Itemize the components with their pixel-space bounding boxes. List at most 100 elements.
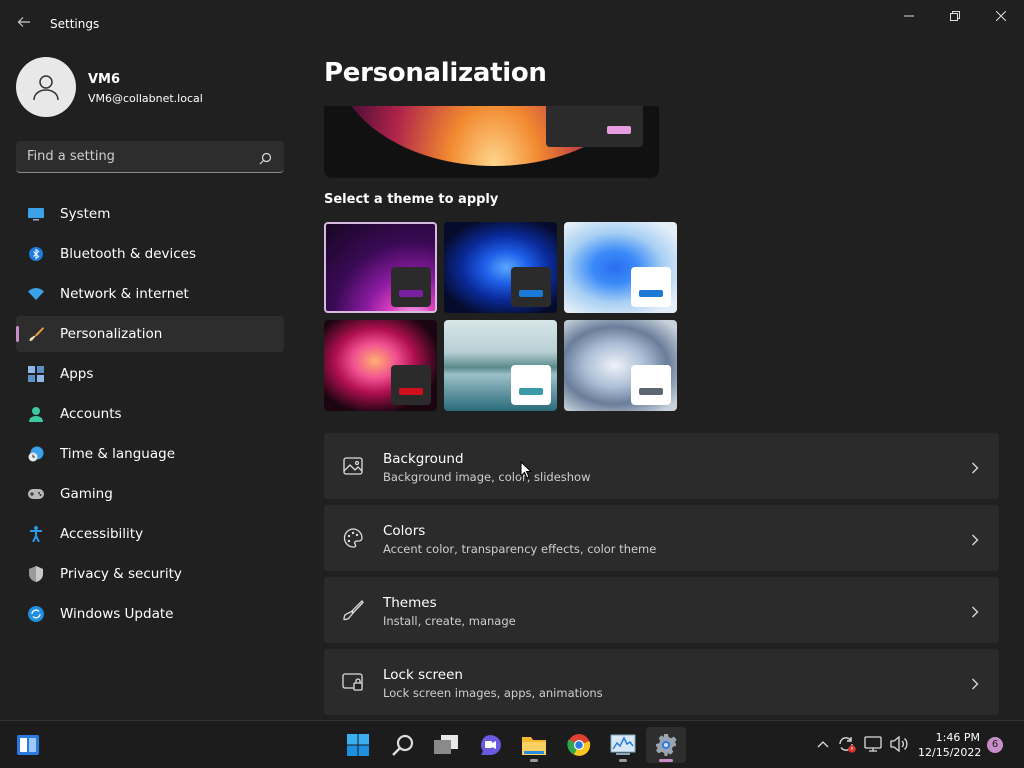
app-title: Settings: [50, 17, 100, 31]
card-subtitle: Background image, color, slideshow: [383, 470, 591, 484]
chevron-up-icon: [817, 741, 829, 748]
theme-thumb-sculpture[interactable]: [564, 320, 677, 411]
sidebar-item-label: Accounts: [60, 406, 122, 422]
sidebar-item-gaming[interactable]: Gaming: [16, 476, 284, 512]
sidebar-item-windows-update[interactable]: Windows Update: [16, 596, 284, 632]
card-background[interactable]: Background Background image, color, slid…: [324, 433, 999, 499]
search-input[interactable]: Find a setting: [16, 141, 284, 173]
sidebar-item-system[interactable]: System: [16, 196, 284, 232]
theme-thumb-bloom-dark[interactable]: [444, 222, 557, 313]
theme-mini-window: [631, 267, 671, 307]
search-icon: [259, 150, 272, 169]
theme-thumb-lake[interactable]: [444, 320, 557, 411]
card-lock-screen[interactable]: Lock screen Lock screen images, apps, an…: [324, 649, 999, 715]
taskbar-task-view-button[interactable]: [426, 727, 466, 763]
sidebar-item-personalization[interactable]: Personalization: [16, 316, 284, 352]
brush-icon: [342, 599, 364, 621]
page-title: Personalization: [324, 58, 547, 88]
sync-alert-icon: [839, 737, 856, 753]
user-name: VM6: [88, 72, 121, 87]
running-indicator: [659, 759, 673, 762]
sidebar-item-label: Privacy & security: [60, 566, 182, 582]
card-title: Background: [383, 451, 464, 467]
settings-cards: Background Background image, color, slid…: [324, 433, 999, 720]
sidebar-item-label: Network & internet: [60, 286, 189, 302]
theme-preview: [324, 106, 659, 178]
search-icon: [392, 734, 414, 756]
tray-network-button[interactable]: [862, 733, 884, 755]
card-title: Colors: [383, 523, 426, 539]
chevron-right-icon: [971, 531, 979, 550]
preview-accent-pill: [607, 126, 631, 134]
sidebar-item-network[interactable]: Network & internet: [16, 276, 284, 312]
card-themes[interactable]: Themes Install, create, manage: [324, 577, 999, 643]
back-arrow-icon[interactable]: [14, 14, 34, 34]
person-icon: [33, 75, 59, 101]
chevron-right-icon: [971, 675, 979, 694]
lock-screen-icon: [342, 671, 364, 693]
running-indicator: [619, 759, 627, 762]
taskbar-search-button[interactable]: [383, 727, 423, 763]
sidebar-item-label: Accessibility: [60, 526, 144, 542]
theme-mini-window: [391, 365, 431, 405]
user-profile[interactable]: VM6 VM6@collabnet.local: [16, 57, 276, 117]
sidebar-item-label: Gaming: [60, 486, 113, 502]
sidebar-item-label: System: [60, 206, 111, 222]
network-icon: [864, 736, 882, 752]
sidebar-item-bluetooth[interactable]: Bluetooth & devices: [16, 236, 284, 272]
sidebar-item-label: Time & language: [60, 446, 176, 462]
running-indicator: [530, 759, 538, 762]
settings-icon: [656, 734, 677, 756]
accounts-icon: [28, 406, 44, 422]
tray-volume-button[interactable]: [888, 733, 910, 755]
theme-section-label: Select a theme to apply: [324, 192, 499, 207]
sidebar-item-label: Bluetooth & devices: [60, 246, 197, 262]
sidebar-item-label: Personalization: [60, 326, 163, 342]
taskbar-chrome-button[interactable]: [559, 727, 599, 763]
taskbar-chat-button[interactable]: [470, 727, 510, 763]
theme-thumb-bloom-light[interactable]: [564, 222, 677, 313]
main-content: Personalization Select a theme to apply: [300, 0, 1024, 720]
tray-overflow-button[interactable]: [812, 733, 834, 755]
search-placeholder: Find a setting: [27, 149, 115, 164]
resource-monitor-icon: [610, 734, 636, 755]
clock-date: 12/15/2022: [918, 746, 982, 759]
start-icon: [347, 734, 369, 756]
shield-icon: [28, 566, 44, 582]
gamepad-icon: [28, 486, 44, 502]
taskbar-clock[interactable]: 1:46 PM 12/15/2022: [918, 730, 982, 760]
sidebar-item-time-language[interactable]: Time & language: [16, 436, 284, 472]
card-title: Lock screen: [383, 667, 463, 683]
clock-time: 1:46 PM: [935, 731, 980, 744]
task-view-icon: [434, 735, 458, 754]
update-icon: [28, 606, 44, 622]
theme-thumb-flower[interactable]: [324, 320, 437, 411]
avatar: [16, 57, 76, 117]
card-subtitle: Lock screen images, apps, animations: [383, 686, 603, 700]
card-subtitle: Accent color, transparency effects, colo…: [383, 542, 657, 556]
sidebar-item-privacy-security[interactable]: Privacy & security: [16, 556, 284, 592]
chevron-right-icon: [971, 459, 979, 478]
sidebar-nav: System Bluetooth & devices Network & int…: [16, 196, 284, 636]
user-email: VM6@collabnet.local: [88, 92, 203, 105]
system-icon: [28, 206, 44, 222]
card-subtitle: Install, create, manage: [383, 614, 516, 628]
theme-thumb-glow[interactable]: [324, 222, 437, 313]
sidebar-item-accessibility[interactable]: Accessibility: [16, 516, 284, 552]
taskbar-resource-monitor-button[interactable]: [603, 727, 643, 763]
tray-sync-button[interactable]: [836, 733, 858, 755]
taskbar-file-explorer-button[interactable]: [514, 727, 554, 763]
taskbar-start-button[interactable]: [338, 727, 378, 763]
brush-icon: [28, 326, 44, 342]
sidebar-item-apps[interactable]: Apps: [16, 356, 284, 392]
volume-icon: [890, 735, 908, 753]
card-colors[interactable]: Colors Accent color, transparency effect…: [324, 505, 999, 571]
widgets-button[interactable]: [8, 727, 48, 763]
sidebar-item-accounts[interactable]: Accounts: [16, 396, 284, 432]
sidebar-item-label: Windows Update: [60, 606, 174, 622]
taskbar-settings-button[interactable]: [646, 727, 686, 763]
apps-icon: [28, 366, 44, 382]
preview-window-card: [546, 106, 643, 147]
theme-mini-window: [511, 365, 551, 405]
notification-badge[interactable]: 6: [987, 737, 1003, 753]
